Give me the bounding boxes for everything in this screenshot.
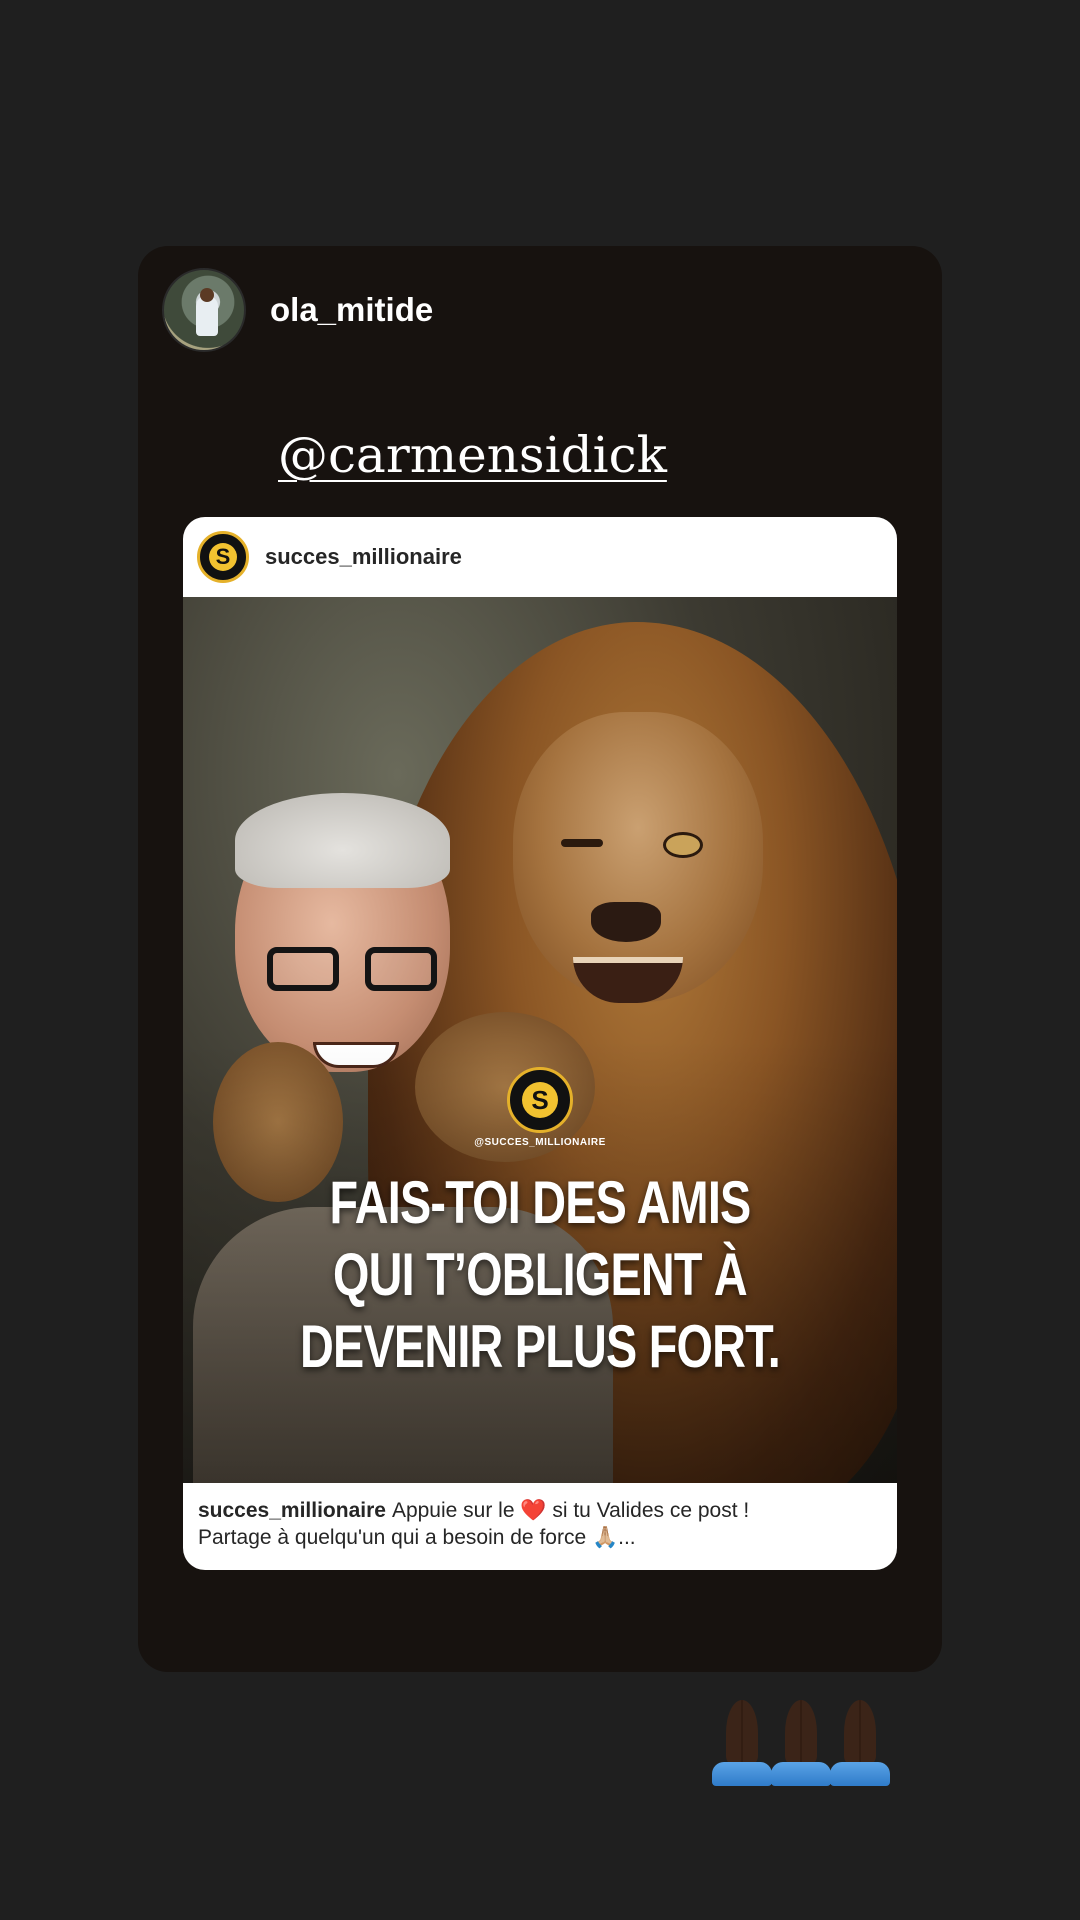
sleeve-shape <box>830 1762 890 1786</box>
quote-line: QUI T’OBLIGENT À <box>333 1241 748 1308</box>
post-author-username[interactable]: succes_millionaire <box>265 544 462 570</box>
praying-hands-icon <box>830 1700 890 1788</box>
logo-s-icon: S <box>209 543 237 571</box>
avatar-figure <box>196 296 218 336</box>
story-header: ola_mitide <box>162 268 433 352</box>
hands-shape <box>844 1700 876 1766</box>
watermark-logo-letter: S <box>522 1082 558 1118</box>
quote-line: DEVENIR PLUS FORT. <box>299 1313 781 1380</box>
praying-hands-icon <box>771 1700 831 1788</box>
quote-text: FAIS-TOI DES AMIS QUI T’OBLIGENT À DEVEN… <box>262 1167 819 1383</box>
hands-shape <box>785 1700 817 1766</box>
praying-hands-icon <box>712 1700 772 1788</box>
caption-text-1: Appuie sur le ❤️ si tu Valides ce post ! <box>391 1499 750 1522</box>
caption-text-2: Partage à quelqu'un qui a besoin de forc… <box>198 1526 636 1549</box>
post-caption: succes_millionaire Appuie sur le ❤️ si tu… <box>183 1483 897 1570</box>
post-image: S @SUCCES_MILLIONAIRE FAIS-TOI DES AMIS … <box>183 597 897 1483</box>
watermark-handle: @SUCCES_MILLIONAIRE <box>474 1137 606 1148</box>
watermark: S @SUCCES_MILLIONAIRE <box>183 1067 897 1148</box>
shared-post[interactable]: S succes_millionaire S @SUCCES_MILLIONAI… <box>183 517 897 1570</box>
caption-line-1: succes_millionaire Appuie sur le ❤️ si tu… <box>198 1497 882 1524</box>
post-author-avatar[interactable]: S <box>197 531 249 583</box>
caption-username[interactable]: succes_millionaire <box>198 1499 386 1522</box>
sleeve-shape <box>712 1762 772 1786</box>
praying-hands-sticker[interactable] <box>712 1700 890 1788</box>
post-header: S succes_millionaire <box>183 517 897 597</box>
quote-line: FAIS-TOI DES AMIS <box>329 1169 751 1236</box>
story-card: ola_mitide @carmensidick S succes_millio… <box>138 246 942 1672</box>
hands-shape <box>726 1700 758 1766</box>
profile-avatar[interactable] <box>162 268 246 352</box>
watermark-logo-icon: S <box>507 1067 573 1133</box>
avatar-head <box>200 288 214 302</box>
mention-sticker[interactable]: @carmensidick <box>278 426 667 484</box>
sleeve-shape <box>771 1762 831 1786</box>
story-username[interactable]: ola_mitide <box>270 291 433 329</box>
